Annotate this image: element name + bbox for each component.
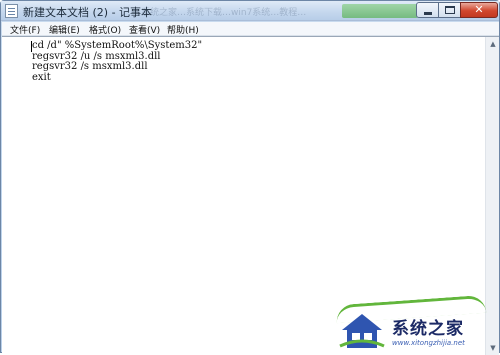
watermark-title: 系统之家 [392, 319, 464, 339]
menu-edit[interactable]: 编辑(E) [49, 23, 80, 36]
notepad-icon[interactable] [5, 4, 18, 18]
maximize-button[interactable] [438, 2, 461, 18]
close-button[interactable]: ✕ [460, 2, 498, 18]
menu-view[interactable]: 查看(V) [129, 23, 160, 36]
house-logo-icon [339, 314, 385, 348]
menu-file[interactable]: 文件(F) [10, 23, 40, 36]
menu-bar: 文件(F) 编辑(E) 格式(O) 查看(V) 帮助(H) [2, 22, 499, 36]
editor-line-4: exit [32, 71, 51, 83]
close-icon: ✕ [474, 3, 484, 16]
maximize-icon [445, 6, 455, 14]
watermark-url: www.xitongzhijia.net [392, 339, 465, 347]
background-window-title: 系统之家…系统下载…win7系统…教程… [141, 8, 307, 18]
background-green-badge [342, 4, 418, 18]
scroll-up-icon[interactable]: ▲ [487, 38, 499, 50]
editor-line-3: regsvr32 /s msxml3.dll [32, 61, 148, 72]
menu-format[interactable]: 格式(O) [89, 23, 121, 36]
editor-content[interactable]: cd /d" %SystemRoot%\System32" regsvr32 /… [32, 40, 203, 83]
title-bar[interactable]: 新建文本文档 (2) - 记事本 系统之家…系统下载…win7系统…教程… ✕ [1, 1, 499, 21]
minimize-button[interactable] [416, 2, 439, 18]
editor-line-1: cd /d" %SystemRoot%\System32" [32, 40, 203, 51]
menu-help[interactable]: 帮助(H) [167, 23, 199, 36]
watermark-logo: 系统之家 www.xitongzhijia.net [330, 294, 500, 353]
window-title: 新建文本文档 (2) - 记事本 [23, 6, 153, 19]
minimize-icon [424, 12, 432, 15]
